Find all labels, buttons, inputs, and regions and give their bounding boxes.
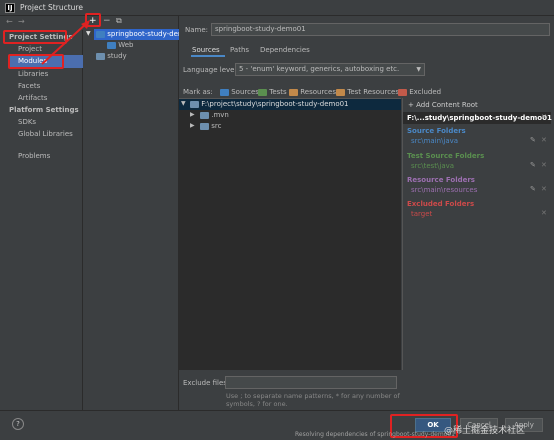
expand-arrow-icon[interactable]: ▼ [181, 100, 186, 107]
exclude-hint: Use ; to separate name patterns, * for a… [226, 392, 400, 400]
tree-item-mvn-label: .mvn [211, 111, 229, 119]
tree-item-src-label: src [211, 122, 222, 130]
mark-as-test-resources-label: Test Resources [347, 88, 399, 96]
mark-as-test-resources[interactable]: Test Resources [336, 88, 399, 96]
collapse-arrow-icon[interactable]: ▶ [190, 122, 195, 129]
mark-as-sources[interactable]: Sources [220, 88, 259, 96]
edit-icon[interactable]: ✎ [530, 185, 536, 193]
title-bar: IJ Project Structure [0, 0, 554, 16]
exclude-files-input[interactable] [225, 376, 397, 389]
sidebar-item-global-libraries[interactable]: Global Libraries [18, 130, 73, 138]
settings-sidebar [0, 30, 83, 410]
remove-module-button[interactable]: − [103, 16, 111, 26]
close-icon[interactable]: ✕ [541, 136, 547, 144]
edit-icon[interactable]: ✎ [530, 136, 536, 144]
tree-item-mvn[interactable]: .mvn [200, 111, 229, 119]
active-tab-indicator [191, 55, 225, 57]
resources-folder-icon [289, 88, 298, 96]
excluded-folders-heading: Excluded Folders [407, 200, 475, 208]
mark-as-resources[interactable]: Resources [289, 88, 336, 96]
sidebar-item-facets[interactable]: Facets [18, 82, 40, 90]
name-label: Name: [185, 26, 209, 34]
back-arrow-icon[interactable]: ← [6, 17, 13, 26]
source-folder-path: src\main\java [411, 137, 459, 145]
edit-icon[interactable]: ✎ [530, 161, 536, 169]
mark-as-excluded[interactable]: Excluded [398, 88, 441, 96]
sidebar-item-artifacts[interactable]: Artifacts [18, 94, 47, 102]
folder-icon [200, 111, 209, 119]
tree-item-web[interactable]: Web [107, 41, 134, 49]
close-icon[interactable]: ✕ [541, 161, 547, 169]
module-tree-panel [83, 16, 179, 410]
tree-item-study-label: study [107, 52, 127, 60]
resource-folders-heading: Resource Folders [407, 176, 475, 184]
mark-as-label: Mark as: [183, 88, 213, 96]
module-name-field[interactable]: springboot-study-demo01 [211, 23, 550, 36]
language-level-value: 5 - 'enum' keyword, generics, autoboxing… [239, 65, 400, 73]
sidebar-item-problems[interactable]: Problems [18, 152, 50, 160]
content-root-title: F:\...study\springboot-study-demo01 [407, 114, 552, 122]
tree-item-web-label: Web [118, 41, 134, 49]
chevron-down-icon: ▼ [416, 66, 421, 73]
excluded-folder-path: target [411, 210, 433, 218]
tab-paths[interactable]: Paths [230, 46, 249, 54]
mark-as-tests[interactable]: Tests [258, 88, 287, 96]
language-level-label: Language level: [183, 66, 239, 74]
window-title: Project Structure [20, 3, 83, 12]
module-folder-icon [96, 30, 105, 38]
annotation-arrow-icon [41, 20, 90, 65]
test-folder-path: src\test\java [411, 162, 455, 170]
web-facet-icon [107, 41, 116, 49]
folder-icon [190, 100, 199, 108]
sidebar-item-libraries[interactable]: Libraries [18, 70, 48, 78]
close-icon[interactable]: ✕ [541, 209, 547, 217]
content-root-tree [179, 98, 401, 370]
platform-settings-heading: Platform Settings [9, 106, 79, 114]
watermark: @稀土掘金技术社区 [444, 426, 526, 436]
tests-folder-icon [258, 88, 267, 96]
sidebar-item-sdks[interactable]: SDKs [18, 118, 36, 126]
mark-as-excluded-label: Excluded [409, 88, 442, 96]
help-button[interactable]: ? [12, 418, 24, 430]
test-source-folders-heading: Test Source Folders [407, 152, 485, 160]
forward-arrow-icon[interactable]: → [18, 17, 25, 26]
tree-item-src[interactable]: src [200, 122, 221, 130]
add-content-root-button[interactable]: + Add Content Root [408, 101, 478, 109]
content-root-path: F:\project\study\springboot-study-demo01 [201, 100, 349, 108]
test-resources-folder-icon [336, 88, 345, 96]
exclude-hint-2: symbols, ? for one. [226, 400, 288, 408]
resource-folder-path: src\main\resources [411, 186, 478, 194]
tab-dependencies[interactable]: Dependencies [260, 46, 310, 54]
status-text: Resolving dependencies of springboot-stu… [295, 431, 455, 438]
source-folders-heading: Source Folders [407, 127, 466, 135]
sources-folder-icon [220, 88, 229, 96]
app-logo-icon: IJ [5, 3, 15, 13]
close-icon[interactable]: ✕ [541, 185, 547, 193]
module-folder-icon [96, 52, 105, 60]
mark-as-tests-label: Tests [269, 88, 287, 96]
language-level-select[interactable]: 5 - 'enum' keyword, generics, autoboxing… [235, 63, 425, 76]
exclude-files-label: Exclude files: [183, 379, 230, 387]
copy-module-button[interactable]: ⧉ [116, 16, 122, 26]
tree-item-study[interactable]: study [96, 52, 127, 60]
tab-sources[interactable]: Sources [192, 46, 220, 54]
mark-as-sources-label: Sources [231, 88, 259, 96]
close-icon[interactable]: ✕ [541, 113, 547, 121]
content-root-row[interactable]: F:\project\study\springboot-study-demo01 [190, 100, 349, 108]
folder-icon [200, 122, 209, 130]
mark-as-resources-label: Resources [300, 88, 336, 96]
excluded-folder-icon [398, 88, 407, 96]
collapse-arrow-icon[interactable]: ▶ [190, 111, 195, 118]
